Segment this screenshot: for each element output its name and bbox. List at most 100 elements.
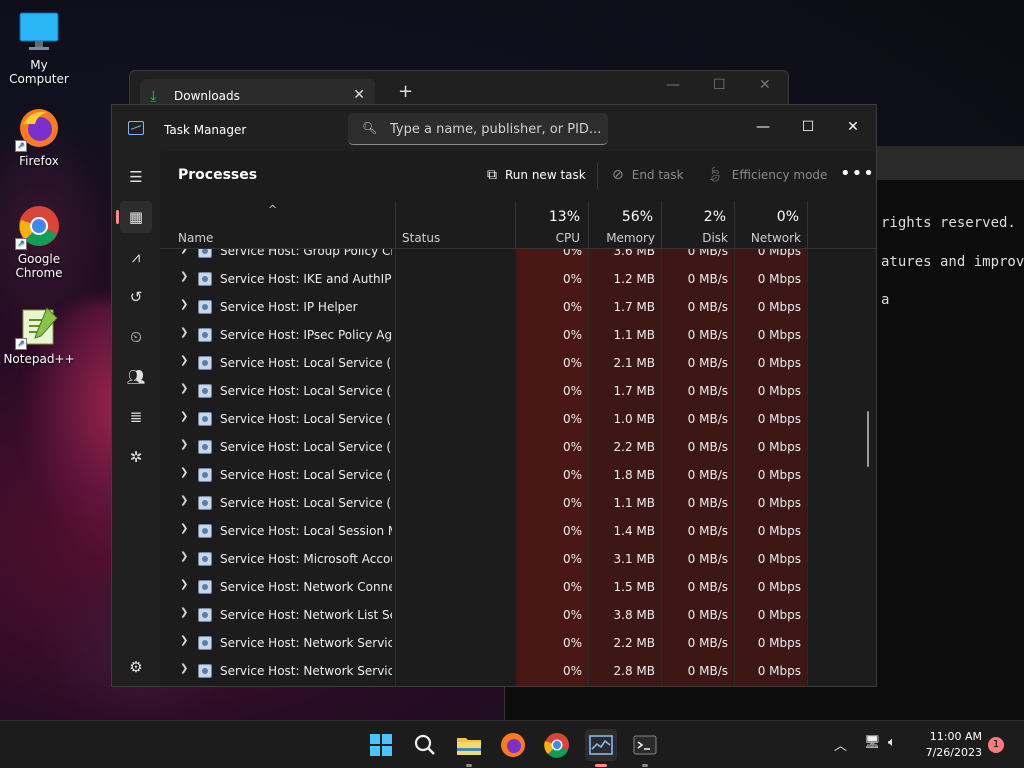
table-row[interactable]: ❯ Service Host: Network Service 0% 2.8 MB 0 … — [160, 657, 876, 685]
start-button[interactable] — [365, 729, 397, 761]
column-name[interactable]: ^ Name — [160, 201, 396, 249]
network-value: 0 Mbps — [757, 580, 801, 594]
end-task-button[interactable]: ⊘ End task — [612, 167, 684, 183]
desktop-icon-firefox[interactable]: ↗ Firefox — [1, 106, 77, 168]
close-button[interactable]: ✕ — [830, 113, 876, 141]
cpu-value: 0% — [562, 356, 582, 370]
table-row[interactable]: ❯ Service Host: IP Helper 0% 1.7 MB 0 MB/s 0 … — [160, 293, 876, 321]
table-row[interactable]: ❯ Service Host: Local Service (N... 0% 1.7 … — [160, 377, 876, 405]
column-network[interactable]: 0% Network — [735, 201, 808, 249]
notification-badge[interactable]: 1 — [988, 737, 1004, 753]
close-tab-icon[interactable]: ✕ — [353, 87, 365, 103]
desktop-icon-notepad-plus-plus[interactable]: ↗ Notepad++ — [1, 304, 77, 366]
search-button[interactable] — [409, 729, 441, 761]
expand-chevron-icon[interactable]: ❯ — [180, 355, 188, 366]
table-row[interactable]: ❯ Service Host: IKE and AuthIP I... 0% 1.2 … — [160, 265, 876, 293]
expand-chevron-icon[interactable]: ❯ — [180, 249, 188, 254]
disk-value: 0 MB/s — [687, 384, 728, 398]
vertical-scrollbar[interactable] — [867, 411, 869, 467]
run-new-task-button[interactable]: ⧉ Run new task — [487, 167, 586, 183]
table-row[interactable]: ❯ Service Host: Network Connec... 0% 1.5 MB… — [160, 573, 876, 601]
service-host-icon — [198, 328, 212, 342]
performance-nav-icon[interactable]: ⩘ — [120, 241, 152, 273]
cpu-value: 0% — [562, 328, 582, 342]
terminal-title-bar[interactable] — [876, 146, 1024, 180]
table-row[interactable]: ❯ Service Host: Group Policy Cli... 0% 3.6 … — [160, 249, 876, 265]
title-bar[interactable]: Task Manager 🔍︎ — ☐ ✕ — [112, 105, 876, 151]
table-row[interactable]: ❯ Service Host: Local Session M... 0% 1.4 M… — [160, 517, 876, 545]
network-icon[interactable]: 🖥︎ — [864, 735, 881, 750]
services-nav-icon[interactable]: ✲ — [120, 441, 152, 473]
expand-chevron-icon[interactable]: ❯ — [180, 271, 188, 282]
expand-chevron-icon[interactable]: ❯ — [180, 635, 188, 646]
table-row[interactable]: ❯ Service Host: IPsec Policy Agent 0% 1.1 M… — [160, 321, 876, 349]
search-box[interactable]: 🔍︎ — [348, 113, 608, 145]
expand-chevron-icon[interactable]: ❯ — [180, 327, 188, 338]
expand-chevron-icon[interactable]: ❯ — [180, 551, 188, 562]
hamburger-menu-icon[interactable]: ☰ — [120, 161, 152, 193]
efficiency-mode-label: Efficiency mode — [731, 168, 828, 182]
task-manager-taskbar-button[interactable] — [585, 729, 617, 767]
column-network-label: Network — [750, 231, 801, 245]
column-memory[interactable]: 56% Memory — [589, 201, 662, 249]
desktop-icon-my-computer[interactable]: My Computer — [1, 10, 77, 86]
memory-value: 1.7 MB — [613, 384, 655, 398]
table-row[interactable]: ❯ Service Host: Network Service 0% 2.2 MB 0 … — [160, 629, 876, 657]
memory-value: 3.6 MB — [613, 249, 655, 258]
volume-icon[interactable]: 🔈︎ — [888, 735, 896, 750]
column-disk[interactable]: 2% Disk — [662, 201, 735, 249]
new-tab-button[interactable]: + — [398, 81, 413, 102]
startup-apps-nav-icon[interactable]: ⏲ — [120, 321, 152, 353]
disk-value: 0 MB/s — [687, 272, 728, 286]
expand-chevron-icon[interactable]: ❯ — [180, 383, 188, 394]
desktop-icon-google-chrome[interactable]: ↗ Google Chrome — [1, 204, 77, 280]
show-hidden-icons-chevron-icon[interactable]: ︿ — [834, 735, 847, 754]
expand-chevron-icon[interactable]: ❯ — [180, 579, 188, 590]
maximize-icon[interactable]: ☐ — [713, 77, 726, 93]
minimize-button[interactable]: — — [740, 113, 786, 141]
more-options-icon[interactable]: ••• — [840, 163, 875, 184]
details-nav-icon[interactable]: ≣ — [120, 401, 152, 433]
expand-chevron-icon[interactable]: ❯ — [180, 495, 188, 506]
maximize-button[interactable]: ☐ — [785, 113, 831, 141]
table-row[interactable]: ❯ Service Host: Local Service (N... 0% 2.1 … — [160, 349, 876, 377]
terminal-taskbar-button[interactable] — [629, 729, 661, 767]
table-row[interactable]: ❯ Service Host: Local Service (N... 0% 1.0 … — [160, 405, 876, 433]
expand-chevron-icon[interactable]: ❯ — [180, 467, 188, 478]
process-list[interactable]: ❯ Service Host: Group Policy Cli... 0% 3.6 … — [160, 249, 876, 686]
close-icon[interactable]: ✕ — [759, 77, 771, 93]
service-host-icon — [198, 496, 212, 510]
minimize-icon[interactable]: — — [666, 77, 680, 93]
efficiency-mode-button[interactable]: 🍃︎ Efficiency mode — [706, 167, 827, 183]
network-value: 0 Mbps — [757, 328, 801, 342]
processes-nav-icon[interactable]: ▦ — [116, 201, 152, 233]
expand-chevron-icon[interactable]: ❯ — [180, 523, 188, 534]
column-cpu[interactable]: 13% CPU — [516, 201, 589, 249]
expand-chevron-icon[interactable]: ❯ — [180, 411, 188, 422]
table-row[interactable]: ❯ Service Host: Network List Ser... 0% 3.8 … — [160, 601, 876, 629]
table-row[interactable]: ❯ Service Host: Local Service (N... 0% 2.2 … — [160, 433, 876, 461]
service-host-icon — [198, 636, 212, 650]
task-manager-icon — [589, 735, 613, 755]
file-explorer-button[interactable] — [453, 729, 485, 767]
cpu-value: 0% — [562, 249, 582, 258]
page-title: Processes — [178, 167, 258, 183]
expand-chevron-icon[interactable]: ❯ — [180, 663, 188, 674]
firefox-taskbar-button[interactable] — [497, 729, 529, 761]
expand-chevron-icon[interactable]: ❯ — [180, 439, 188, 450]
expand-chevron-icon[interactable]: ❯ — [180, 607, 188, 618]
clock[interactable]: 11:00 AM 7/26/2023 — [920, 729, 982, 761]
app-history-nav-icon[interactable]: ↺ — [120, 281, 152, 313]
table-row[interactable]: ❯ Service Host: Local Service (N... 0% 1.1 … — [160, 489, 876, 517]
expand-chevron-icon[interactable]: ❯ — [180, 299, 188, 310]
column-status[interactable]: Status — [396, 201, 516, 249]
task-manager-window[interactable]: Task Manager 🔍︎ — ☐ ✕ ☰ ▦ ⩘ ↺ ⏲ 👥︎ ≣ ✲ ⚙… — [111, 104, 877, 687]
cpu-total: 13% — [548, 209, 580, 225]
memory-value: 1.7 MB — [613, 300, 655, 314]
table-row[interactable]: ❯ Service Host: Microsoft Accou... 0% 3.1 M… — [160, 545, 876, 573]
users-nav-icon[interactable]: 👥︎ — [120, 361, 152, 393]
search-input[interactable] — [390, 119, 600, 139]
settings-gear-icon[interactable]: ⚙ — [120, 651, 152, 683]
table-row[interactable]: ❯ Service Host: Local Service (N... 0% 1.8 … — [160, 461, 876, 489]
chrome-taskbar-button[interactable] — [541, 729, 573, 761]
